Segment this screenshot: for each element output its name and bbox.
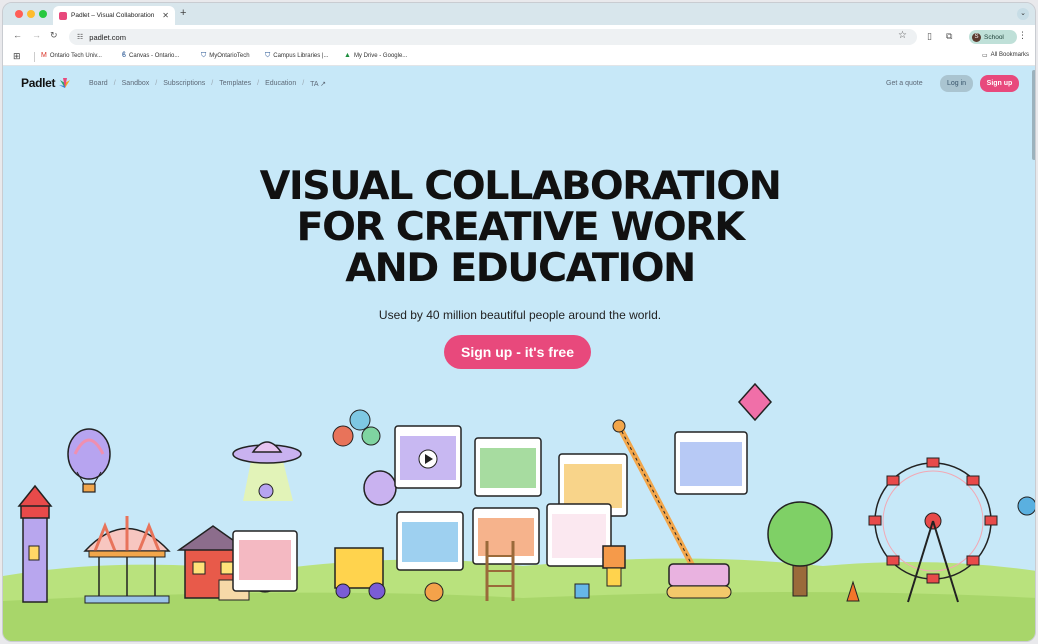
more-menu-icon[interactable]: ⋮ [1018,30,1027,41]
photo-card [474,437,542,497]
nav-separator: / [155,80,158,87]
hero-subhead: Used by 40 million beautiful people arou… [378,308,662,322]
all-bookmarks-button[interactable]: ▭ All Bookmarks [982,52,1029,59]
nav-link-subscriptions[interactable]: Subscriptions [163,80,205,88]
photo-card [232,530,298,592]
padlet-homepage: Padlet Board / Sandbox / Subscriptions /… [3,66,1035,641]
site-settings-icon[interactable]: ☷ [77,33,83,41]
gmail-icon: M [41,52,47,59]
address-bar[interactable]: ☷ padlet.com ☆ [69,29,917,45]
bookmark-item[interactable]: M Ontario Tech Univ... [41,52,102,59]
document-icon[interactable]: ▯ [927,31,932,42]
new-tab-button[interactable]: + [180,7,186,19]
balloon-icon [349,409,371,431]
hot-air-balloon-icon [67,428,111,493]
apps-grid-icon[interactable]: ⊞ [13,51,21,62]
tab-strip: Padlet – Visual Collaboration ✕ + ⌄ [3,3,1035,25]
nav-separator: / [211,80,214,87]
browser-toolbar: ← → ↻ ☷ padlet.com ☆ ▯ ⧉ S School ⋮ [3,25,1035,48]
video-card [394,425,462,489]
bookmark-divider [34,52,35,62]
extensions-icon[interactable]: ⧉ [946,31,952,42]
padlet-favicon-icon [59,11,67,20]
login-button[interactable]: Log in [940,75,973,92]
balloon-icon [332,425,354,447]
tab-search-chevron-icon[interactable]: ⌄ [1017,8,1029,20]
site-nav: Padlet Board / Sandbox / Subscriptions /… [3,66,1035,102]
active-tab[interactable]: Padlet – Visual Collaboration ✕ [53,6,175,25]
ufo-icon [232,441,302,501]
bookmark-star-icon[interactable]: ☆ [898,30,907,41]
tab-close-icon[interactable]: ✕ [162,11,169,20]
shield-icon: ⛉ [201,52,207,59]
nav-link-education[interactable]: Education [265,80,296,88]
browser-window: Padlet – Visual Collaboration ✕ + ⌄ ← → … [2,2,1036,642]
balloon-icon [361,426,381,446]
bookmark-item[interactable]: ⛉ Campus Libraries |... [265,52,329,60]
minimize-window-button[interactable] [27,10,35,18]
headline-line: VISUAL COLLABORATION [259,164,782,209]
signup-free-button[interactable]: Sign up - it's free [444,335,591,369]
folder-icon: ▭ [981,53,988,59]
ontario-tech-icon: ϐ [122,52,127,59]
globe-icon [1017,496,1035,516]
nav-links: Board / Sandbox / Subscriptions / Templa… [89,80,326,88]
forward-arrow-icon[interactable]: → [32,30,41,40]
reload-icon[interactable]: ↻ [50,30,58,41]
profile-chip[interactable]: S School [969,30,1017,44]
profile-label: School [984,33,1004,41]
nav-signup-button[interactable]: Sign up [980,75,1019,92]
avatar: S [972,32,981,42]
nav-separator: / [257,80,260,87]
bookmark-item[interactable]: ϐ Canvas - Ontario... [122,52,179,59]
logo-text: Padlet [21,76,56,90]
lighthouse-icon [17,484,53,603]
nav-link-sandbox[interactable]: Sandbox [122,80,150,88]
back-arrow-icon[interactable]: ← [13,30,22,40]
maximize-window-button[interactable] [39,10,47,18]
paint-bucket-icon [574,583,590,599]
beach-ball-icon [424,582,444,602]
hero-headline: VISUAL COLLABORATION FOR CREATIVE WORK A… [3,164,1035,291]
url-text: padlet.com [89,32,126,42]
bookmark-item[interactable]: ⛉ MyOntarioTech [201,52,250,60]
shield-icon: ⛉ [265,52,271,59]
nav-separator: / [113,80,116,87]
nav-separator: / [302,80,305,87]
bookmark-item[interactable]: ▲ My Drive - Google... [344,52,407,59]
external-link-icon: ↗ [320,81,327,88]
photo-card [546,503,612,567]
photo-card [674,431,748,495]
tab-title: Padlet – Visual Collaboration [71,12,155,19]
nav-link-templates[interactable]: Templates [219,80,251,88]
kite-icon [737,382,773,422]
padlet-logo[interactable]: Padlet [21,76,72,90]
nav-link-board[interactable]: Board [89,80,108,88]
bookmarks-bar: ⊞ M Ontario Tech Univ... ϐ Canvas - Onta… [3,48,1035,66]
nav-link-ta[interactable]: TA ↗ [310,80,326,88]
padlet-flower-icon [59,78,71,88]
drive-icon: ▲ [344,52,351,59]
headline-line: FOR CREATIVE WORK [296,205,745,250]
hero: VISUAL COLLABORATION FOR CREATIVE WORK A… [3,164,1035,322]
photo-card [396,511,464,571]
headline-line: AND EDUCATION [345,246,696,291]
get-quote-link[interactable]: Get a quote [886,80,923,87]
close-window-button[interactable] [15,10,23,18]
hippo-icon [363,470,397,506]
hero-illustration [3,382,1035,641]
